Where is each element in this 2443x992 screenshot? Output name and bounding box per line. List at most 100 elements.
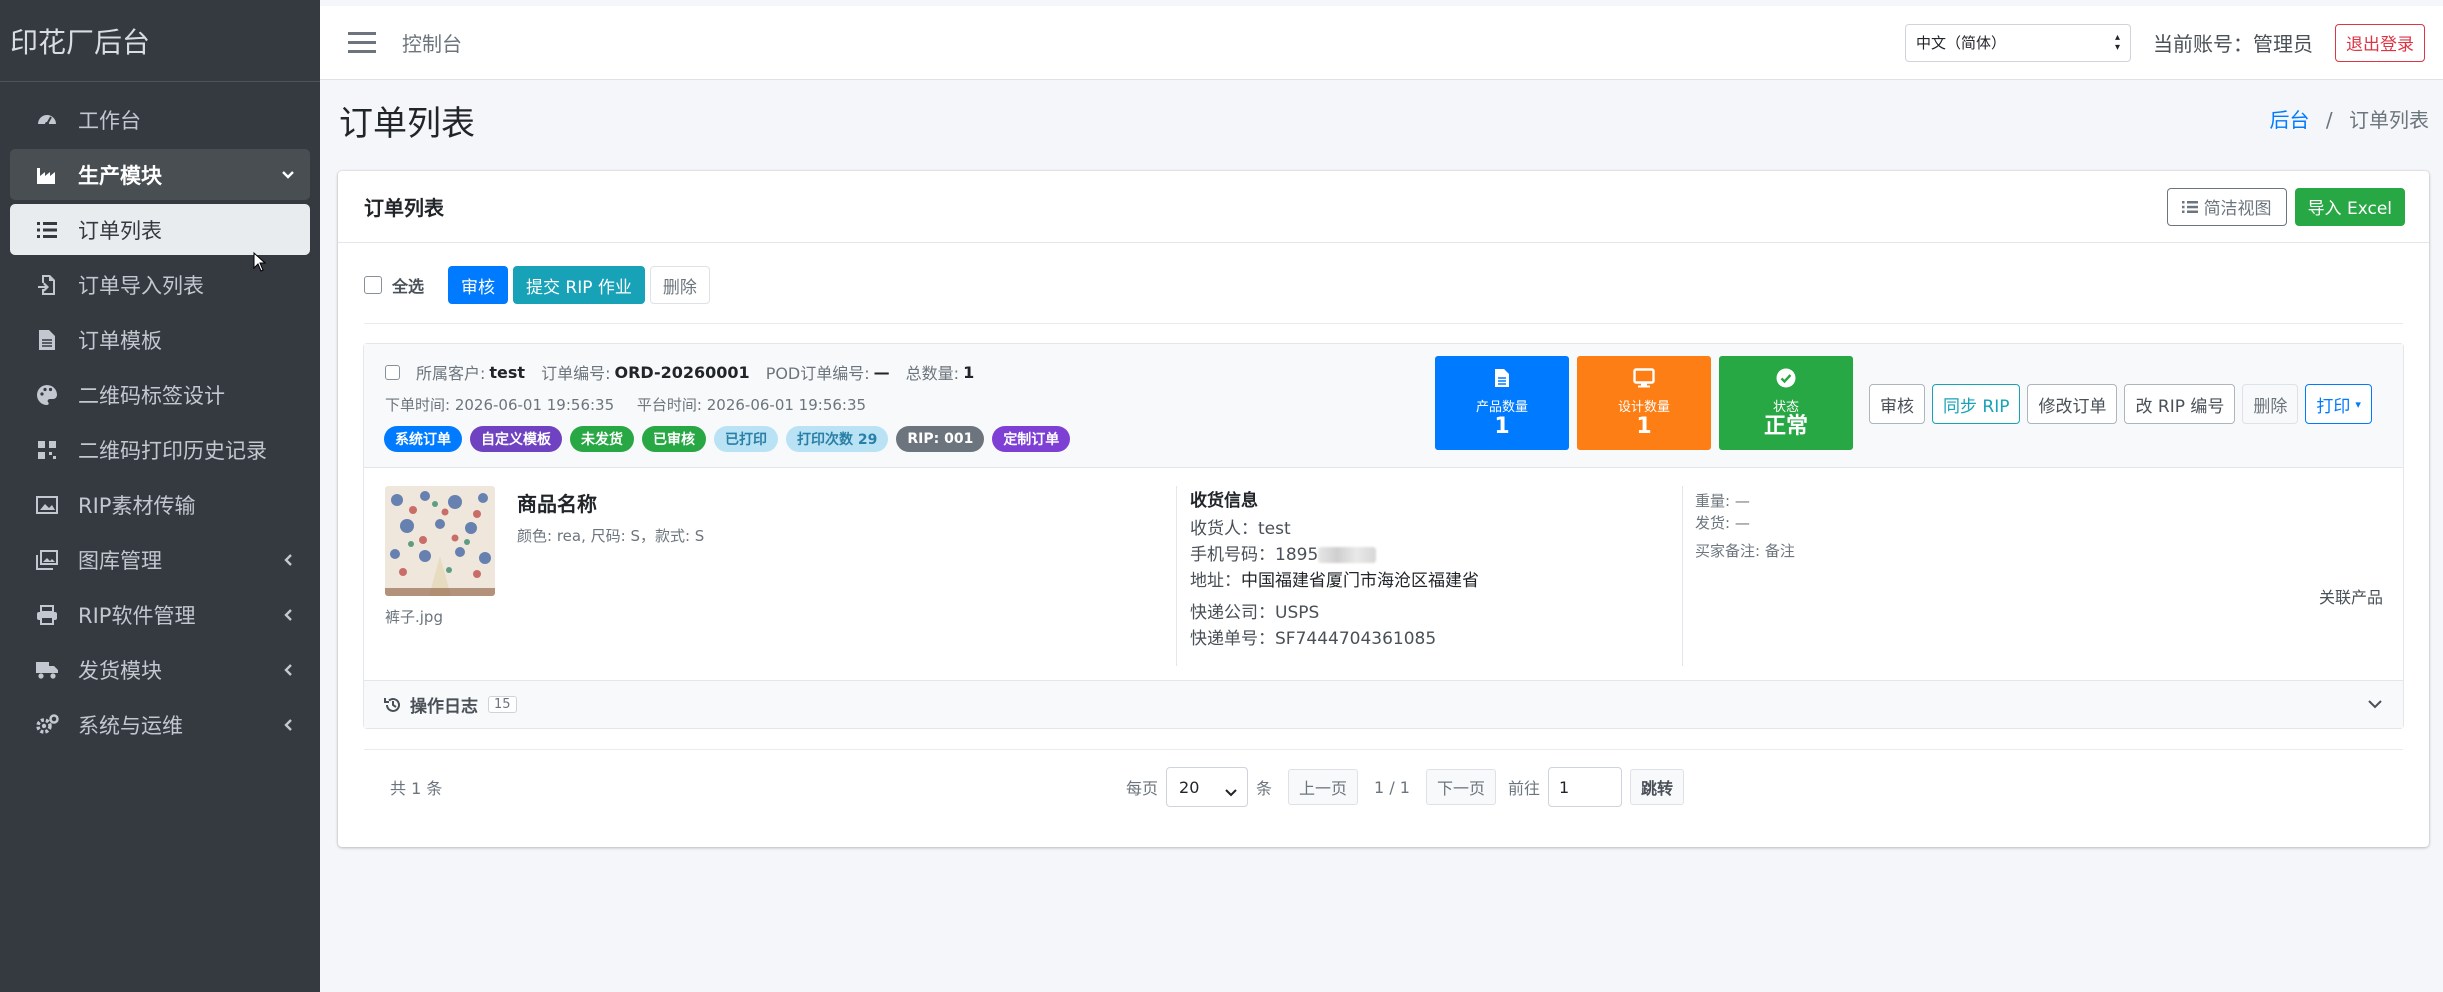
breadcrumb: 后台 / 订单列表 — [2270, 104, 2429, 133]
logout-button[interactable]: 退出登录 — [2335, 23, 2425, 62]
sidebar-item-order-list[interactable]: 订单列表 — [10, 204, 310, 255]
divider — [364, 323, 2403, 324]
badge-custom-order: 定制订单 — [992, 426, 1071, 452]
print-dropdown-button[interactable]: 打印 ▾ — [2305, 384, 2372, 424]
order-times: 下单时间: 2026-06-01 19:56:35 平台时间: 2026-06-… — [385, 394, 866, 415]
operation-log-count: 15 — [488, 696, 517, 713]
topbar-title[interactable]: 控制台 — [402, 28, 462, 57]
order-item: 所属客户: test 订单编号: ORD-20260001 POD订单编号: —… — [363, 343, 2404, 729]
order-operations: 审核 同步 RIP 修改订单 改 RIP 编号 删除 打印 ▾ — [1869, 384, 2379, 424]
product-thumbnail[interactable] — [385, 486, 495, 596]
edit-order-button[interactable]: 修改订单 — [2027, 384, 2118, 424]
page-info: 1 / 1 — [1374, 777, 1410, 797]
address: 地址：中国福建省厦门市海沧区福建省 — [1190, 571, 1479, 591]
monitor-icon — [1633, 367, 1655, 392]
product-name: 商品名称 — [517, 492, 597, 516]
ship-status: 发货: — — [1695, 514, 1750, 532]
sidebar-item-gallery[interactable]: 图库管理 — [10, 534, 310, 585]
column-separator — [1176, 486, 1177, 666]
bulk-action-bar: 全选 审核 提交 RIP 作业 删除 — [364, 266, 710, 304]
badge-custom-template: 自定义模板 — [470, 426, 562, 452]
bulk-delete-button[interactable]: 删除 — [649, 266, 710, 304]
list-icon — [32, 215, 62, 245]
qrcode-icon — [32, 435, 62, 465]
brand-logo[interactable]: 印花厂后台 — [0, 0, 320, 82]
order-number: ORD-20260001 — [614, 362, 750, 382]
order-approve-button[interactable]: 审核 — [1869, 384, 1925, 424]
caret-down-icon: ▾ — [2355, 397, 2361, 411]
select-all-label[interactable]: 全选 — [392, 273, 424, 297]
badge-printed: 已打印 — [714, 426, 778, 452]
masked-phone — [1318, 547, 1377, 563]
order-checkbox[interactable] — [385, 364, 400, 380]
sidebar-nav: 工作台 生产模块 订单列表 订单导入列表 订单模板 二维码标签设计 二维码打印历… — [0, 82, 320, 766]
goto-page-input[interactable]: 1 — [1548, 767, 1622, 807]
per-page-label: 每页 — [1126, 779, 1159, 798]
order-badges: 系统订单 自定义模板 未发货 已审核 已打印 打印次数 29 RIP: 001 … — [384, 426, 1078, 452]
stat-status: 状态 正常 — [1719, 356, 1853, 450]
pagination: 每页 20 条 上一页 1 / 1 下一页 前往 1 跳转 — [1126, 767, 1685, 807]
courier: 快递公司：USPS — [1190, 603, 1320, 623]
hamburger-menu-icon[interactable] — [348, 29, 376, 57]
card-header: 订单列表 简洁视图 导入 Excel — [338, 171, 2429, 243]
chevron-down-icon — [2367, 695, 2383, 714]
breadcrumb-home-link[interactable]: 后台 — [2270, 108, 2310, 132]
related-products-link[interactable]: 关联产品 — [2319, 584, 2383, 608]
pod-order-number: — — [873, 362, 890, 382]
jump-button[interactable]: 跳转 — [1630, 769, 1685, 805]
sidebar-item-order-template[interactable]: 订单模板 — [10, 314, 310, 365]
tracking-number: 快递单号：SF7444704361085 — [1190, 629, 1437, 649]
order-delete-button[interactable]: 删除 — [2242, 384, 2299, 424]
stat-design-count: 设计数量 1 — [1577, 356, 1711, 450]
badge-approved: 已审核 — [642, 426, 706, 452]
truck-icon — [32, 655, 62, 685]
bulk-approve-button[interactable]: 审核 — [448, 266, 509, 304]
card-title: 订单列表 — [364, 196, 444, 220]
images-icon — [32, 545, 62, 575]
platform-time: 平台时间: 2026-06-01 19:56:35 — [636, 396, 867, 414]
sidebar-item-system[interactable]: 系统与运维 — [10, 699, 310, 750]
operation-log-title: 操作日志 — [410, 697, 478, 717]
total-count: 共 1 条 — [390, 779, 443, 798]
sidebar-item-rip-transfer[interactable]: RIP素材传输 — [10, 479, 310, 530]
breadcrumb-current: 订单列表 — [2349, 108, 2429, 132]
sidebar-item-rip-software[interactable]: RIP软件管理 — [10, 589, 310, 640]
simple-view-button[interactable]: 简洁视图 — [2166, 187, 2287, 226]
order-list-card: 订单列表 简洁视图 导入 Excel 全选 审核 提交 RIP 作业 删除 所属… — [338, 171, 2429, 847]
select-arrows-icon: ▴ ▾ — [2114, 31, 2120, 53]
next-page-button[interactable]: 下一页 — [1425, 769, 1496, 805]
divider — [364, 749, 2403, 750]
order-meta: 重量: — 发货: — 买家备注: 备注 — [1695, 488, 1795, 564]
sidebar-item-shipping[interactable]: 发货模块 — [10, 644, 310, 695]
submit-rip-job-button[interactable]: 提交 RIP 作业 — [513, 266, 645, 304]
sidebar-item-dashboard[interactable]: 工作台 — [10, 94, 310, 145]
per-page-select[interactable]: 20 — [1166, 767, 1249, 807]
operation-log-toggle[interactable]: 操作日志 15 — [364, 680, 2403, 728]
chevron-down-icon — [1225, 782, 1237, 801]
cogs-icon — [32, 710, 62, 740]
topbar-right: 中文（简体） ▴ ▾ 当前账号：管理员 退出登录 — [1905, 23, 2425, 62]
select-all-checkbox[interactable] — [364, 276, 382, 294]
prev-page-button[interactable]: 上一页 — [1288, 769, 1359, 805]
badge-system-order: 系统订单 — [384, 426, 462, 452]
badge-print-count: 打印次数 29 — [786, 426, 889, 452]
order-header: 所属客户: test 订单编号: ORD-20260001 POD订单编号: —… — [364, 344, 2403, 468]
check-circle-icon — [1776, 368, 1796, 392]
sidebar-item-qr-label-design[interactable]: 二维码标签设计 — [10, 369, 310, 420]
current-account: 当前账号：管理员 — [2153, 32, 2313, 56]
change-rip-number-button[interactable]: 改 RIP 编号 — [2124, 384, 2236, 424]
history-icon — [384, 696, 402, 714]
language-select[interactable]: 中文（简体） ▴ ▾ — [1905, 23, 2131, 62]
sync-rip-button[interactable]: 同步 RIP — [1932, 384, 2021, 424]
sidebar-item-production[interactable]: 生产模块 — [10, 149, 310, 200]
file-import-icon — [32, 270, 62, 300]
order-body: 裤子.jpg 商品名称 颜色: rea, 尺码: S，款式: S 收货信息 收货… — [364, 468, 2403, 680]
sidebar-item-qr-print-history[interactable]: 二维码打印历史记录 — [10, 424, 310, 475]
image-icon — [32, 490, 62, 520]
printer-icon — [32, 600, 62, 630]
receiver: 收货人：test — [1190, 519, 1291, 539]
stat-product-count: 产品数量 1 — [1435, 356, 1569, 450]
import-excel-button[interactable]: 导入 Excel — [2294, 187, 2405, 226]
shipping-heading: 收货信息 — [1190, 491, 1258, 511]
dashboard-icon — [32, 105, 62, 135]
